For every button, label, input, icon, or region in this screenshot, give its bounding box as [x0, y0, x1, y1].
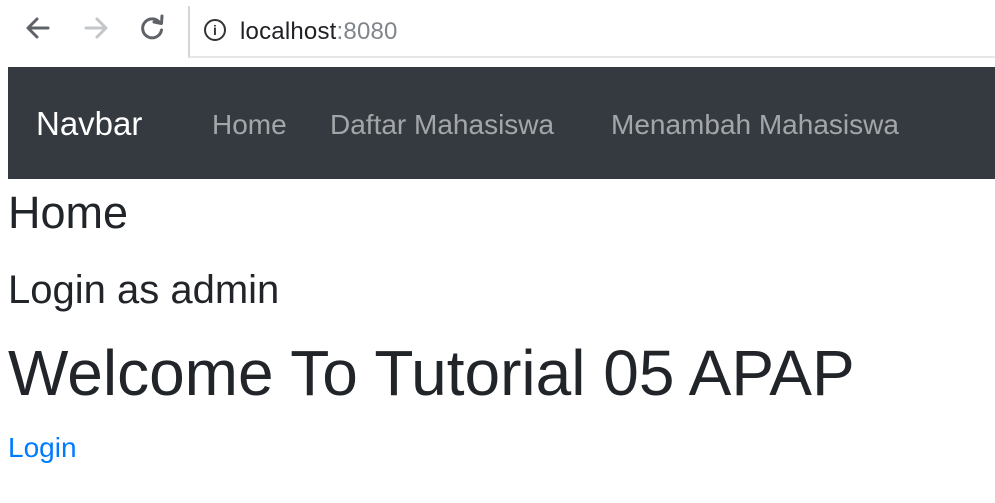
nav-link-menambah-mahasiswa[interactable]: Menambah Mahasiswa: [611, 109, 899, 141]
url-port: :8080: [336, 18, 398, 45]
info-icon[interactable]: i: [204, 19, 226, 41]
browser-toolbar: i localhost:8080: [0, 0, 995, 62]
navbar-brand[interactable]: Navbar: [36, 105, 142, 143]
address-bar[interactable]: i localhost:8080: [188, 6, 995, 58]
nav-link-home[interactable]: Home: [212, 109, 287, 141]
forward-button[interactable]: [80, 12, 112, 44]
welcome-heading: Welcome To Tutorial 05 APAP: [8, 337, 855, 409]
nav-link-daftar-mahasiswa[interactable]: Daftar Mahasiswa: [330, 109, 554, 141]
navbar: Navbar Home Daftar Mahasiswa Menambah Ma…: [8, 67, 995, 179]
reload-icon: [141, 14, 164, 40]
login-link[interactable]: Login: [8, 432, 77, 464]
url-text[interactable]: localhost:8080: [240, 18, 398, 46]
reload-button[interactable]: [136, 12, 168, 44]
arrow-right-icon: [84, 17, 108, 39]
login-status: Login as admin: [8, 268, 280, 312]
arrow-left-icon: [26, 17, 50, 39]
page-title: Home: [8, 187, 129, 238]
url-host: localhost: [240, 18, 337, 45]
back-button[interactable]: [22, 12, 54, 44]
